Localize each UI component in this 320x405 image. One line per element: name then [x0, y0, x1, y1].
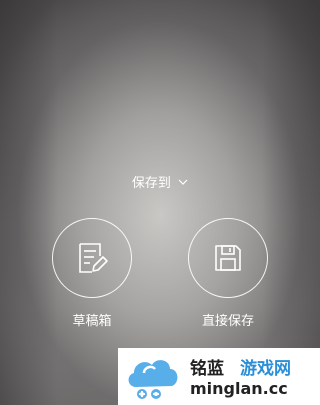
save-directly-button[interactable]: [188, 218, 268, 298]
dimmed-background: [0, 0, 320, 405]
draft-edit-icon: [79, 243, 108, 273]
save-to-dropdown[interactable]: 保存到: [0, 172, 320, 191]
watermark-banner: 铭蓝 游戏网 minglan.cc: [118, 348, 320, 405]
save-directly-label: 直接保存: [201, 314, 254, 329]
watermark-brand: 铭蓝: [190, 359, 224, 379]
chevron-down-icon: [178, 179, 188, 185]
cloud-logo-icon: [128, 360, 178, 399]
drafts-label: 草稿箱: [72, 314, 112, 329]
watermark-url: minglan.cc: [190, 379, 288, 398]
drafts-button[interactable]: [52, 218, 132, 298]
save-to-label: 保存到: [131, 176, 171, 191]
floppy-disk-icon: [215, 245, 241, 271]
save-directly-option[interactable]: 直接保存: [186, 218, 270, 329]
save-to-drafts-option[interactable]: 草稿箱: [50, 218, 134, 329]
watermark-brand-suffix: 游戏网: [240, 359, 291, 379]
